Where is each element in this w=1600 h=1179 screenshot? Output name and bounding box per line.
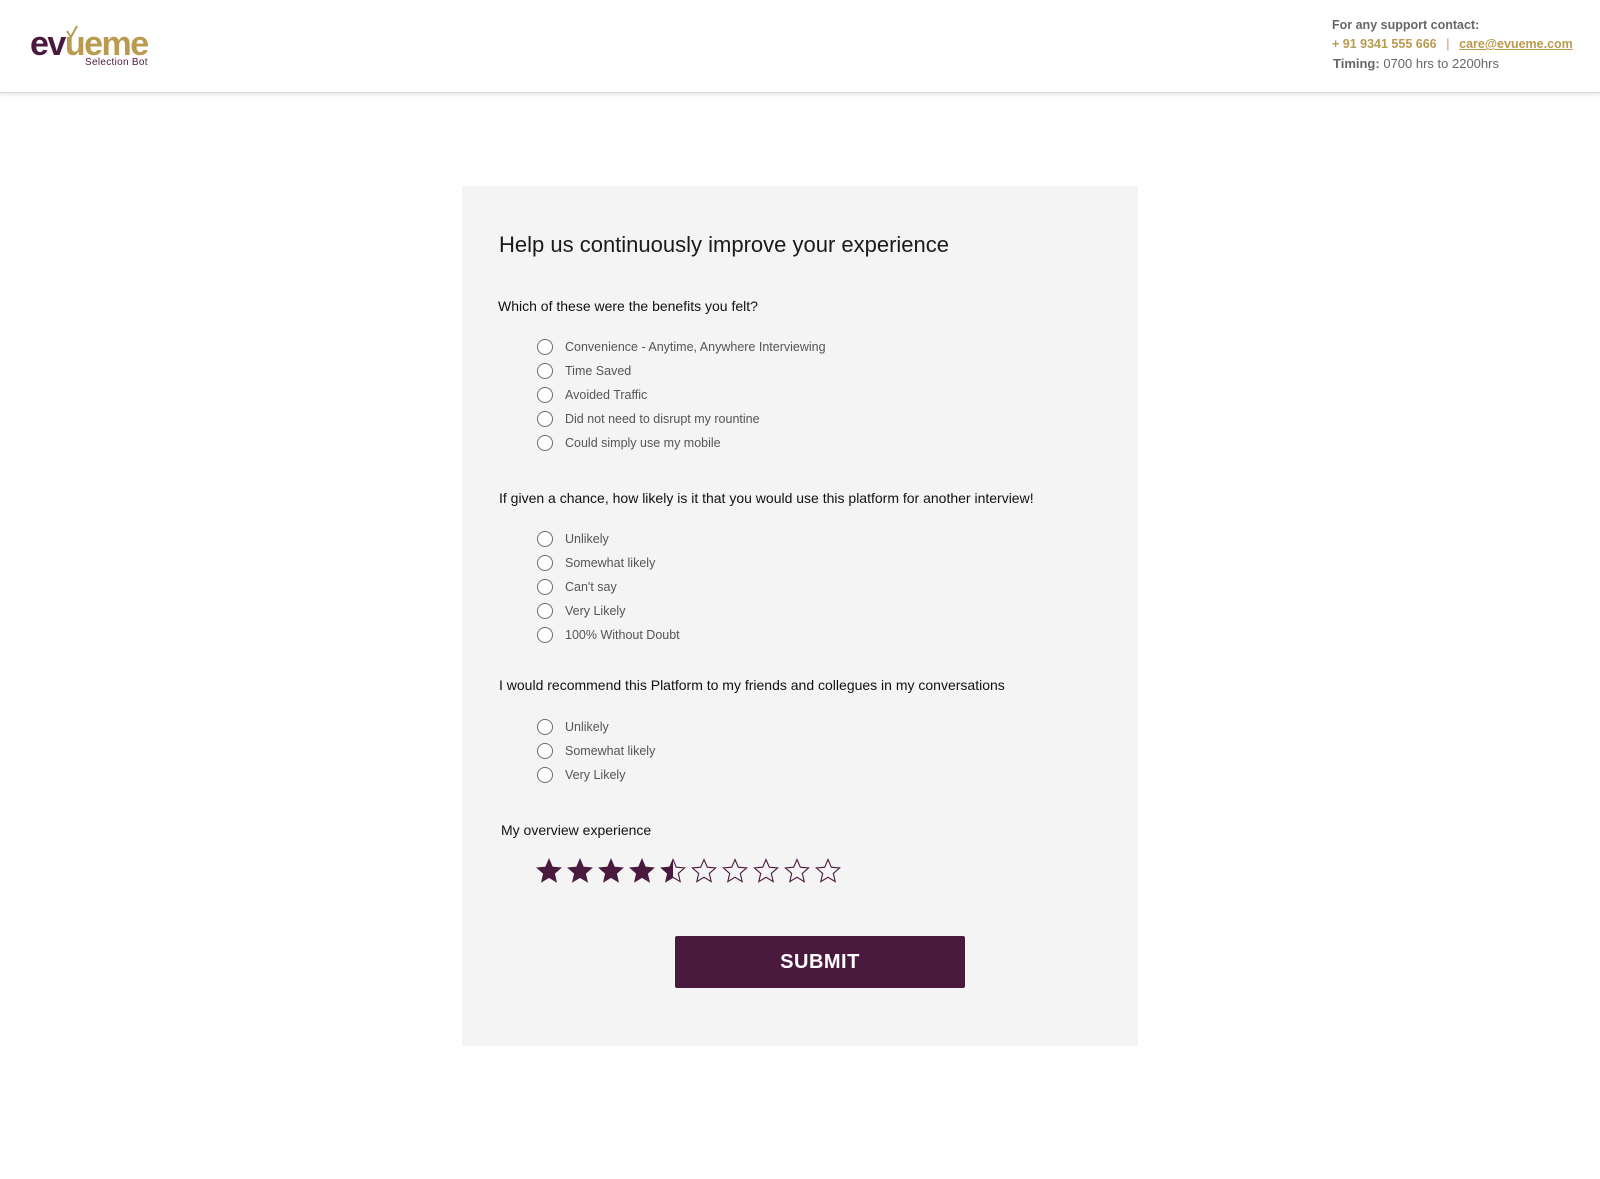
option-label: Very Likely — [565, 768, 626, 782]
question-reuse-likelihood: If given a chance, how likely is it that… — [499, 490, 1034, 506]
header: evueme Selection Bot For any support con… — [0, 0, 1600, 93]
radio-button[interactable] — [537, 531, 553, 547]
radio-button[interactable] — [537, 363, 553, 379]
option-label: Very Likely — [565, 604, 626, 618]
radio-button[interactable] — [537, 435, 553, 451]
option-label: Somewhat likely — [565, 744, 656, 758]
option-label: Time Saved — [565, 364, 632, 378]
option-label: Avoided Traffic — [565, 388, 648, 402]
question-benefits: Which of these were the benefits you fel… — [498, 298, 758, 314]
option-label: Could simply use my mobile — [565, 436, 721, 450]
radio-button[interactable] — [537, 627, 553, 643]
radio-button[interactable] — [537, 339, 553, 355]
benefits-options: Convenience - Anytime, Anywhere Intervie… — [537, 335, 826, 455]
radio-button[interactable] — [537, 743, 553, 759]
timing-label: Timing: — [1333, 56, 1380, 71]
logo-wordmark-part1: ev — [30, 25, 66, 63]
radio-button[interactable] — [537, 579, 553, 595]
option-label: Can't say — [565, 580, 617, 594]
option-mobile[interactable]: Could simply use my mobile — [537, 431, 826, 455]
option-label: Unlikely — [565, 720, 609, 734]
radio-button[interactable] — [537, 411, 553, 427]
star-icon[interactable] — [815, 858, 846, 886]
option-without-doubt[interactable]: 100% Without Doubt — [537, 623, 680, 647]
radio-button[interactable] — [537, 555, 553, 571]
star-icon[interactable] — [722, 858, 753, 886]
timing-value: 0700 hrs to 2200hrs — [1383, 56, 1499, 71]
support-contact-line: + 91 9341 555 666 | care@evueme.com — [1332, 36, 1582, 56]
support-contact: For any support contact: + 91 9341 555 6… — [1332, 18, 1582, 71]
reuse-options: Unlikely Somewhat likely Can't say Very … — [537, 527, 680, 647]
star-icon[interactable] — [629, 858, 660, 886]
option-very-likely[interactable]: Very Likely — [537, 599, 680, 623]
option-label: Somewhat likely — [565, 556, 656, 570]
option-somewhat-likely[interactable]: Somewhat likely — [537, 551, 680, 575]
support-email-link[interactable]: care@evueme.com — [1459, 37, 1573, 51]
radio-button[interactable] — [537, 603, 553, 619]
star-icon[interactable] — [660, 858, 691, 886]
support-separator: | — [1446, 37, 1450, 51]
option-cant-say[interactable]: Can't say — [537, 575, 680, 599]
support-timing: Timing: 0700 hrs to 2200hrs — [1332, 56, 1582, 71]
form-title: Help us continuously improve your experi… — [499, 232, 950, 257]
option-label: Unlikely — [565, 532, 609, 546]
star-icon[interactable] — [691, 858, 722, 886]
option-label: Convenience - Anytime, Anywhere Intervie… — [565, 340, 826, 354]
option-label: 100% Without Doubt — [565, 628, 680, 642]
logo-tagline: Selection Bot — [85, 57, 148, 68]
recommend-options: Unlikely Somewhat likely Very Likely — [537, 715, 655, 787]
option-unlikely[interactable]: Unlikely — [537, 527, 680, 551]
star-icon[interactable] — [536, 858, 567, 886]
submit-button[interactable]: SUBMIT — [675, 936, 965, 988]
option-convenience[interactable]: Convenience - Anytime, Anywhere Intervie… — [537, 335, 826, 359]
star-icon[interactable] — [567, 858, 598, 886]
star-rating[interactable] — [536, 858, 846, 886]
evueme-logo[interactable]: evueme Selection Bot — [30, 22, 160, 72]
option-unlikely[interactable]: Unlikely — [537, 715, 655, 739]
question-recommend: I would recommend this Platform to my fr… — [499, 677, 1005, 693]
star-icon[interactable] — [784, 858, 815, 886]
star-icon[interactable] — [598, 858, 629, 886]
logo-check-icon — [66, 25, 78, 39]
support-phone[interactable]: + 91 9341 555 666 — [1332, 37, 1437, 51]
option-time-saved[interactable]: Time Saved — [537, 359, 826, 383]
option-somewhat-likely[interactable]: Somewhat likely — [537, 739, 655, 763]
option-label: Did not need to disrupt my rountine — [565, 412, 760, 426]
radio-button[interactable] — [537, 767, 553, 783]
star-icon[interactable] — [753, 858, 784, 886]
option-very-likely[interactable]: Very Likely — [537, 763, 655, 787]
feedback-form: Help us continuously improve your experi… — [462, 186, 1138, 1046]
radio-button[interactable] — [537, 387, 553, 403]
radio-button[interactable] — [537, 719, 553, 735]
support-title: For any support contact: — [1332, 18, 1480, 32]
option-no-disruption[interactable]: Did not need to disrupt my rountine — [537, 407, 826, 431]
question-overall-experience: My overview experience — [501, 822, 652, 838]
option-avoided-traffic[interactable]: Avoided Traffic — [537, 383, 826, 407]
